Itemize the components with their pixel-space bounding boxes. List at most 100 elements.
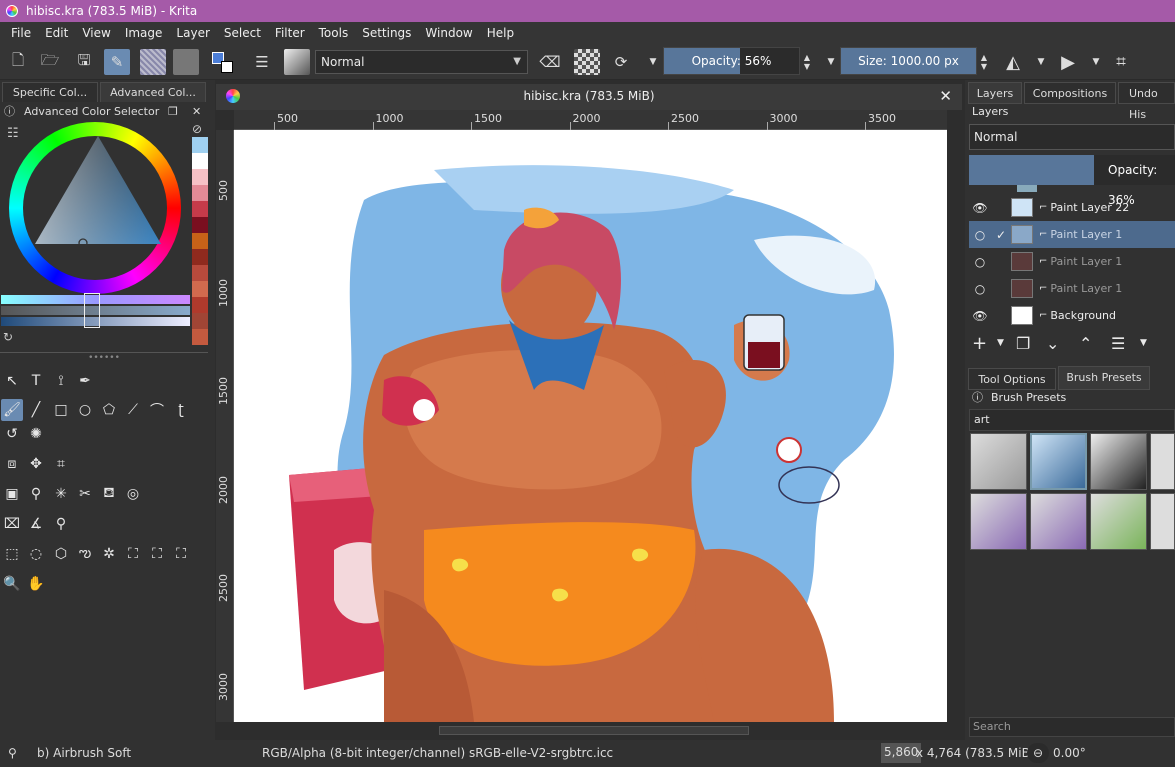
opacity-spin-icon[interactable]: ▲ ▼ <box>800 49 814 75</box>
brush-preset-icon[interactable]: ⚲ <box>8 746 17 760</box>
palette-swatch[interactable] <box>192 137 208 153</box>
color-swap-icon[interactable] <box>210 49 236 75</box>
fill-tool-icon[interactable]: ⛾ <box>98 483 120 505</box>
brush-preset-icon[interactable] <box>284 49 310 75</box>
palette-swatch[interactable] <box>192 329 208 345</box>
measure-tool-icon[interactable]: ∡ <box>25 513 47 535</box>
reference-tool-icon[interactable]: ⚲ <box>50 513 72 535</box>
ruler-vertical[interactable]: 500 1000 1500 2000 2500 3000 <box>216 130 234 722</box>
move-tool-icon[interactable]: ✥ <box>25 453 47 475</box>
brush-preset-ink[interactable] <box>1090 433 1147 490</box>
freehand-brush-icon[interactable]: 🖌 <box>1 399 23 421</box>
eraser-icon[interactable]: ⌫ <box>537 49 563 75</box>
color-history-strip[interactable] <box>192 137 208 345</box>
chevron-down-icon[interactable]: ▼ <box>1083 49 1109 75</box>
menu-layer[interactable]: Layer <box>169 26 216 40</box>
brush-presets-lock-icon[interactable]: ⓘ <box>972 390 983 406</box>
alpha-lock-icon[interactable] <box>574 49 600 75</box>
palette-swatch[interactable] <box>192 265 208 281</box>
palette-swatch[interactable] <box>192 201 208 217</box>
menu-file[interactable]: File <box>4 26 38 40</box>
color-triangle[interactable] <box>35 136 161 246</box>
palette-swatch[interactable] <box>192 281 208 297</box>
eye-closed-icon[interactable]: ○ <box>969 228 991 242</box>
new-document-icon[interactable]: 🗋 <box>5 49 31 75</box>
colorize-mask-icon[interactable]: ✳ <box>50 483 72 505</box>
freehand-path-icon[interactable]: ʈ <box>170 399 192 421</box>
refresh-icon[interactable]: ↻ <box>3 330 13 344</box>
reload-preset-icon[interactable]: ⟳ <box>608 49 634 75</box>
layer-checkbox[interactable]: ✓ <box>991 228 1011 242</box>
gradient-icon[interactable] <box>173 49 199 75</box>
rotation-dial-icon[interactable]: ⊖ <box>1027 743 1049 763</box>
chevron-down-icon[interactable]: ▼ <box>997 338 1004 348</box>
brush-tag-filter[interactable]: art <box>969 409 1175 431</box>
wrap-around-icon[interactable]: ⌗ <box>1108 49 1134 75</box>
settings-icon[interactable]: ☷ <box>7 126 19 141</box>
palette-swatch[interactable] <box>192 233 208 249</box>
menu-window[interactable]: Window <box>418 26 479 40</box>
tab-layers[interactable]: Layers <box>968 82 1022 104</box>
zoom-tool-icon[interactable]: 🔍 <box>1 573 23 595</box>
menu-tools[interactable]: Tools <box>312 26 356 40</box>
palette-swatch[interactable] <box>192 249 208 265</box>
canvas[interactable] <box>234 130 947 722</box>
brush-preset-partial[interactable] <box>1150 493 1175 550</box>
float-docker-icon[interactable]: ❐ <box>168 103 178 121</box>
palette-swatch[interactable] <box>192 217 208 233</box>
ellipse-select-icon[interactable]: ◌ <box>25 543 47 565</box>
text-tool-icon[interactable]: T <box>25 370 47 392</box>
polyline-tool-icon[interactable]: ⟋ <box>122 399 144 421</box>
scroll-thumb[interactable] <box>439 726 749 735</box>
pan-tool-icon[interactable]: ✋ <box>25 573 47 595</box>
tab-undo-history[interactable]: Undo His <box>1118 82 1175 121</box>
eye-icon[interactable]: 👁 <box>969 201 991 215</box>
palette-swatch[interactable] <box>192 153 208 169</box>
palette-swatch[interactable] <box>192 185 208 201</box>
tab-brush-presets[interactable]: Brush Presets <box>1058 366 1150 390</box>
pattern-icon[interactable] <box>140 49 166 75</box>
brush-search-input[interactable]: Search <box>969 717 1175 737</box>
enclose-fill-icon[interactable]: ◎ <box>122 483 144 505</box>
brush-preset-watercolor[interactable] <box>970 493 1027 550</box>
mirror-horizontal-icon[interactable]: ◭ <box>1000 49 1026 75</box>
color-picker-icon[interactable]: ⚲ <box>25 483 47 505</box>
smart-patch-icon[interactable]: ✂ <box>74 483 96 505</box>
layer-row[interactable]: ○ ⌐ Paint Layer 1 <box>969 275 1175 302</box>
palette-swatch[interactable] <box>192 169 208 185</box>
edit-shapes-icon[interactable]: ⟟ <box>50 370 72 392</box>
move-layer-down-icon[interactable]: ⌄ <box>1046 334 1059 353</box>
tab-compositions[interactable]: Compositions <box>1024 82 1116 104</box>
dynamic-brush-icon[interactable]: ↺ <box>1 423 23 445</box>
palette-swatch[interactable] <box>192 313 208 329</box>
rect-select-icon[interactable]: ⬚ <box>1 543 23 565</box>
freehand-select-icon[interactable]: ఌ <box>74 543 96 565</box>
preset-history-icon[interactable]: ☰ <box>249 49 275 75</box>
menu-filter[interactable]: Filter <box>268 26 312 40</box>
docker-lock-icon[interactable]: ⓘ <box>4 103 18 121</box>
ruler-horizontal[interactable]: 500 1000 1500 2000 2500 3000 3500 <box>234 110 947 130</box>
layer-blend-mode-select[interactable]: Normal <box>969 124 1175 150</box>
close-icon[interactable]: ✕ <box>192 103 201 121</box>
menu-edit[interactable]: Edit <box>38 26 75 40</box>
brush-preset-eraser[interactable] <box>970 433 1027 490</box>
menu-view[interactable]: View <box>75 26 117 40</box>
line-tool-icon[interactable]: ╱ <box>25 399 47 421</box>
layer-properties-icon[interactable]: ☰ <box>1111 334 1125 353</box>
ellipse-tool-icon[interactable]: ○ <box>74 399 96 421</box>
layer-opacity-slider[interactable]: Opacity: 36% <box>969 155 1175 207</box>
layer-row[interactable]: ○ ⌐ Paint Layer 1 <box>969 248 1175 275</box>
size-slider[interactable]: Size: 1000.00 px <box>840 47 977 75</box>
opacity-slider[interactable]: Opacity: 56% <box>663 47 800 75</box>
size-spin-icon[interactable]: ▲ ▼ <box>977 49 991 75</box>
tab-specific-color[interactable]: Specific Col... <box>2 82 98 102</box>
similar-select-icon[interactable]: ⛶ <box>122 543 144 565</box>
menu-settings[interactable]: Settings <box>355 26 418 40</box>
close-icon[interactable]: ✕ <box>939 84 952 108</box>
chevron-down-icon[interactable]: ▼ <box>1028 49 1054 75</box>
layer-row[interactable]: 👁 ⌐ Background <box>969 302 1175 329</box>
transform-tool-icon[interactable]: ⧈ <box>1 453 23 475</box>
assistant-tool-icon[interactable]: ⌧ <box>1 513 23 535</box>
add-layer-icon[interactable]: + <box>972 333 987 354</box>
splitter-handle[interactable]: •••••• <box>0 352 208 366</box>
